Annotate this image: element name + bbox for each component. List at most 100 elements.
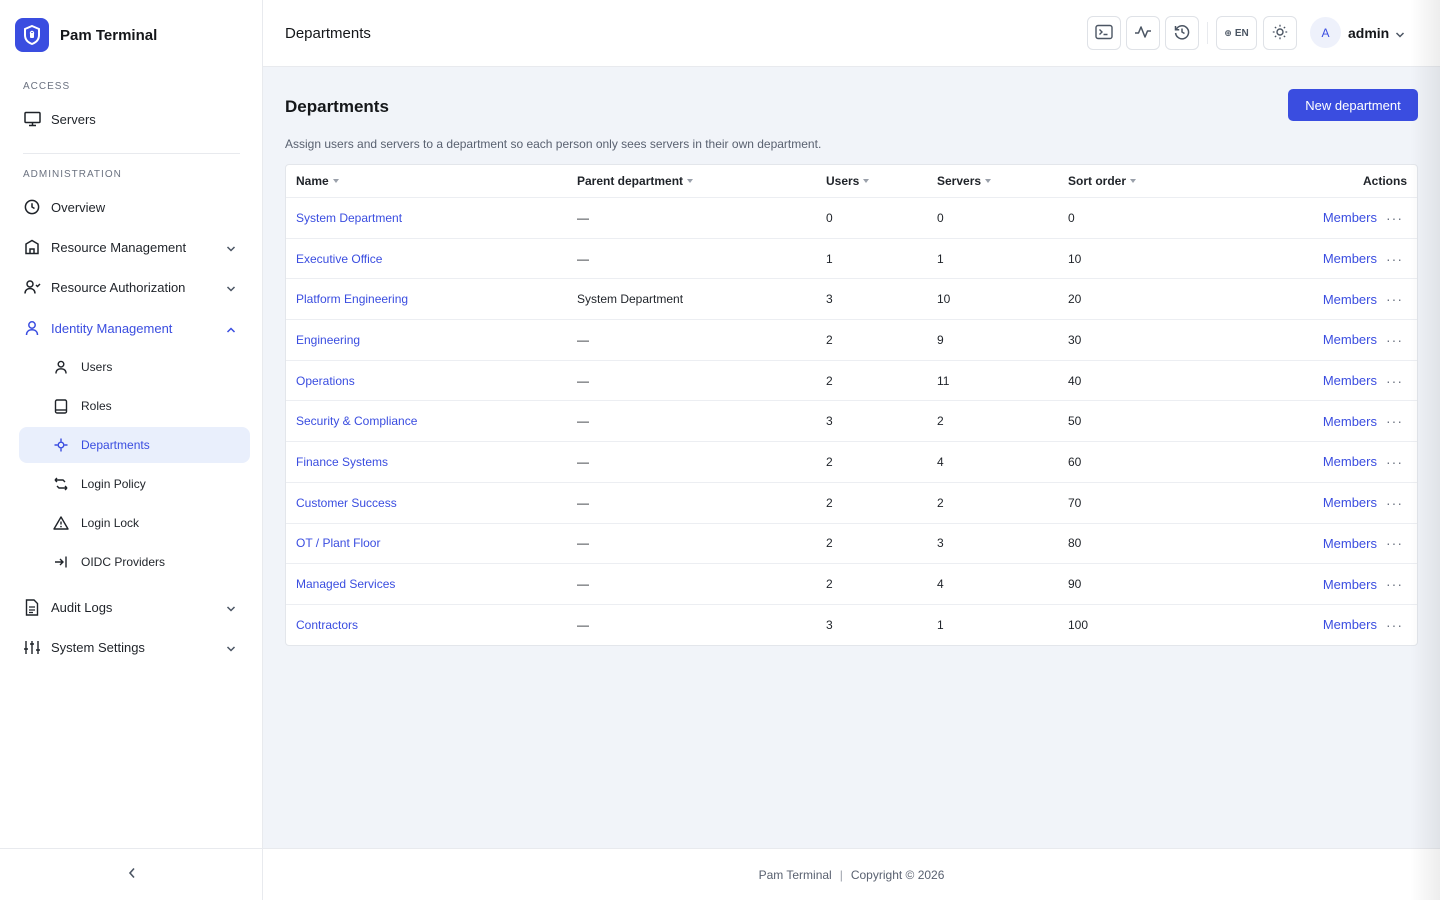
table-row: Security & Compliance — 3 2 50 Members ··· [286,400,1417,441]
members-link[interactable]: Members [1323,279,1377,319]
parent-department: — [577,373,589,388]
sidebar-item-overview[interactable]: Overview [19,189,250,225]
footer-copyright: Copyright © 2026 [850,867,945,882]
servers-count: 10 [937,292,951,307]
members-link[interactable]: Members [1323,239,1377,279]
more-actions-icon[interactable]: ··· [1386,361,1403,401]
sidebar-subitem-label: Login Policy [81,477,146,491]
parent-department: — [577,332,589,347]
members-link[interactable]: Members [1323,564,1377,604]
department-name-link[interactable]: Platform Engineering [296,279,408,319]
column-header-servers[interactable]: Servers [937,165,992,197]
users-count: 3 [826,617,833,632]
sidebar-subitem-login-policy[interactable]: Login Policy [19,466,250,502]
sort-caret-icon [332,179,339,183]
parent-department: — [577,495,589,510]
department-name-link[interactable]: System Department [296,198,402,238]
sidebar-item-resource-authorization[interactable]: Resource Authorization [19,269,250,305]
sort-order: 100 [1068,617,1089,632]
language-button[interactable]: ⊕ EN [1216,16,1257,50]
parent-department: — [577,536,589,551]
sidebar-subitem-oidc-providers[interactable]: OIDC Providers [19,544,250,580]
activity-button[interactable] [1126,16,1160,50]
sort-order: 80 [1068,536,1082,551]
more-actions-icon[interactable]: ··· [1386,198,1403,238]
department-name-link[interactable]: Finance Systems [296,442,388,482]
history-button[interactable] [1165,16,1199,50]
sidebar-item-servers[interactable]: Servers [19,101,250,137]
more-actions-icon[interactable]: ··· [1386,605,1403,645]
sort-caret-icon [863,179,870,183]
sidebar-subitem-login-lock[interactable]: Login Lock [19,505,250,541]
sort-order: 50 [1068,414,1082,429]
theme-toggle-button[interactable] [1263,16,1297,50]
new-department-button[interactable]: New department [1288,89,1418,121]
department-name-link[interactable]: Executive Office [296,239,382,279]
members-link[interactable]: Members [1323,442,1377,482]
members-link[interactable]: Members [1323,483,1377,523]
chevron-down-icon [226,281,236,296]
monitor-icon [23,110,41,128]
sidebar-item-audit-logs[interactable]: Audit Logs [19,589,250,625]
terminal-button[interactable] [1087,16,1121,50]
members-link[interactable]: Members [1323,524,1377,564]
brand[interactable]: Pam Terminal [15,18,157,52]
table-row: Contractors — 3 1 100 Members ··· [286,603,1417,645]
parent-department: System Department [577,292,684,307]
column-header-label: Servers [937,174,982,188]
users-count: 2 [826,577,833,592]
column-header-name[interactable]: Name [296,165,339,197]
members-link[interactable]: Members [1323,401,1377,441]
user-icon [23,319,41,337]
warning-triangle-icon [53,515,69,531]
more-actions-icon[interactable]: ··· [1386,442,1403,482]
sidebar-item-label: Overview [51,199,106,215]
column-header-sort-order[interactable]: Sort order [1068,165,1137,197]
sidebar-item-resource-management[interactable]: Resource Management [19,229,250,265]
users-count: 2 [826,454,833,469]
user-name[interactable]: admin [1348,25,1389,41]
department-name-link[interactable]: Operations [296,361,355,401]
column-header-parent[interactable]: Parent department [577,165,694,197]
page-title: Departments [285,97,389,116]
more-actions-icon[interactable]: ··· [1386,401,1403,441]
route-icon [53,476,69,492]
department-name-link[interactable]: OT / Plant Floor [296,524,380,564]
parent-department: — [577,617,589,632]
avatar[interactable]: A [1310,17,1341,48]
members-link[interactable]: Members [1323,605,1377,645]
department-name-link[interactable]: Contractors [296,605,358,645]
sidebar-subitem-departments[interactable]: Departments [19,427,250,463]
sun-icon [1272,24,1288,43]
more-actions-icon[interactable]: ··· [1386,564,1403,604]
members-link[interactable]: Members [1323,198,1377,238]
sidebar-subitem-label: Roles [81,399,112,413]
more-actions-icon[interactable]: ··· [1386,320,1403,360]
users-count: 0 [826,210,833,225]
sort-order: 60 [1068,454,1082,469]
column-header-users[interactable]: Users [826,165,870,197]
department-name-link[interactable]: Managed Services [296,564,395,604]
history-icon [1174,24,1190,43]
sidebar-subitem-roles[interactable]: Roles [19,388,250,424]
more-actions-icon[interactable]: ··· [1386,483,1403,523]
more-actions-icon[interactable]: ··· [1386,239,1403,279]
collapse-sidebar-button[interactable] [0,848,263,900]
more-actions-icon[interactable]: ··· [1386,524,1403,564]
sort-order: 0 [1068,210,1075,225]
sidebar-item-identity-management[interactable]: Identity Management [19,310,250,346]
sidebar-item-system-settings[interactable]: System Settings [19,629,250,665]
sidebar-subitem-label: Login Lock [81,516,140,530]
members-link[interactable]: Members [1323,320,1377,360]
sidebar-subitem-users[interactable]: Users [19,349,250,385]
users-count: 3 [826,292,833,307]
more-actions-icon[interactable]: ··· [1386,279,1403,319]
section-label-access: ACCESS [23,81,71,92]
column-header-actions: Actions [1362,174,1407,188]
members-link[interactable]: Members [1323,361,1377,401]
sidebar-subitem-label: OIDC Providers [81,555,166,569]
chevron-down-icon[interactable] [1395,27,1405,42]
department-name-link[interactable]: Security & Compliance [296,401,417,441]
department-name-link[interactable]: Customer Success [296,483,397,523]
department-name-link[interactable]: Engineering [296,320,360,360]
